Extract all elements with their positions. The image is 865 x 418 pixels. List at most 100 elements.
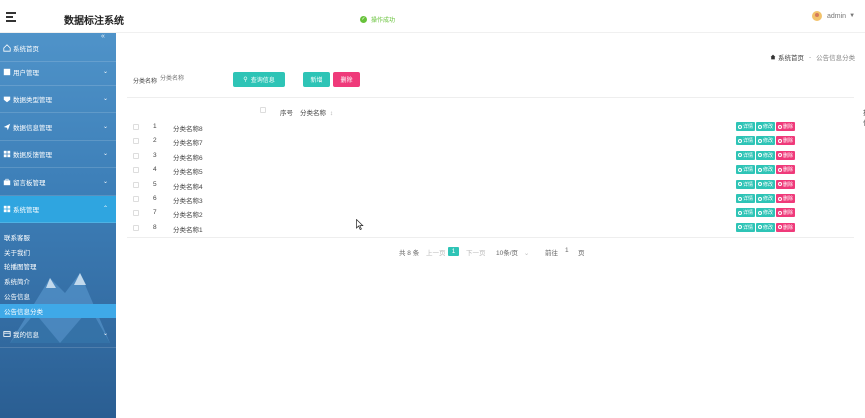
sidebar-item-message-board[interactable]: 留言板管理 ⌄: [0, 169, 116, 196]
goto-input[interactable]: 1: [565, 247, 569, 254]
check-icon: ✓: [360, 16, 367, 23]
query-button[interactable]: ⚲ 查询信息: [233, 72, 285, 87]
sidebar-item-users[interactable]: 用户管理 ⌄: [0, 59, 116, 86]
row-checkbox[interactable]: [133, 138, 139, 145]
row-actions: 详情 修改 删除: [736, 222, 796, 232]
close-icon: [778, 167, 783, 172]
row-no: 6: [153, 195, 157, 202]
page-size-select[interactable]: 10条/页 ⌄: [496, 247, 529, 257]
sidebar-item-data-type[interactable]: 数据类型管理 ⌄: [0, 86, 116, 113]
detail-button[interactable]: 详情: [736, 179, 756, 189]
add-button[interactable]: 新增: [303, 72, 330, 87]
edit-button-label: 修改: [763, 224, 774, 231]
row-checkbox[interactable]: [133, 181, 139, 188]
next-page-button[interactable]: 下一页: [466, 247, 486, 257]
remove-button-label: 删除: [783, 196, 794, 202]
menu-toggle-icon[interactable]: [6, 12, 16, 22]
row-checkbox[interactable]: [133, 224, 139, 231]
detail-button[interactable]: 详情: [736, 194, 756, 203]
app-title: 数据标注系统: [64, 16, 124, 27]
remove-button[interactable]: 删除: [776, 222, 796, 232]
detail-button[interactable]: 详情: [736, 208, 756, 218]
row-actions: 详情 修改 删除: [736, 208, 796, 218]
send-icon: [3, 123, 11, 131]
row-actions: 详情 修改 删除: [736, 194, 796, 203]
row-checkbox[interactable]: [133, 210, 139, 217]
search-icon: [738, 167, 742, 172]
row-checkbox[interactable]: [133, 124, 139, 130]
row-checkbox[interactable]: [133, 152, 139, 159]
table-header: 序号 分类名称 ↕ 操作: [127, 104, 865, 127]
detail-button[interactable]: 详情: [736, 122, 756, 131]
pencil-icon: [758, 153, 763, 158]
row-name: 分类名称3: [173, 198, 203, 205]
edit-button[interactable]: 修改: [756, 194, 776, 203]
edit-button[interactable]: 修改: [756, 136, 776, 146]
sidebar-item-my-info[interactable]: 我的信息 ⌄: [0, 321, 116, 348]
remove-button-label: 删除: [783, 124, 794, 130]
detail-button[interactable]: 详情: [736, 222, 756, 232]
toast-message: 操作成功: [371, 18, 396, 24]
row-actions: 详情 修改 删除: [736, 150, 796, 160]
chevron-down-icon: ⌄: [102, 331, 108, 337]
remove-button[interactable]: 删除: [776, 165, 796, 175]
remove-button[interactable]: 删除: [776, 194, 796, 203]
edit-button[interactable]: 修改: [756, 150, 776, 160]
remove-button-label: 删除: [783, 181, 794, 188]
select-all-checkbox[interactable]: [260, 107, 266, 113]
delete-button[interactable]: 删除: [333, 72, 360, 87]
remove-button[interactable]: 删除: [776, 136, 796, 146]
briefcase-icon: [3, 178, 11, 186]
sort-icon[interactable]: ↕: [330, 110, 333, 117]
sidebar-item-home[interactable]: 系统首页: [0, 35, 116, 62]
submenu-label: 联系客服: [4, 235, 30, 242]
edit-button[interactable]: 修改: [756, 222, 776, 232]
edit-button[interactable]: 修改: [756, 165, 776, 175]
row-actions: 详情 修改 删除: [736, 165, 796, 175]
page-number[interactable]: 1: [448, 247, 459, 256]
edit-button[interactable]: 修改: [756, 208, 776, 218]
submenu-contact[interactable]: 联系客服: [0, 230, 116, 244]
page-size-value: 10条/页: [496, 250, 519, 257]
sidebar-item-data-info[interactable]: 数据信息管理 ⌄: [0, 114, 116, 141]
submenu-notice-category[interactable]: 公告信息分类: [0, 304, 116, 318]
chevron-down-icon: ⌄: [102, 69, 108, 75]
search-icon: [738, 182, 742, 187]
remove-button-label: 删除: [783, 152, 794, 159]
prev-page-button[interactable]: 上一页: [426, 247, 446, 257]
submenu-about[interactable]: 关于我们: [0, 245, 116, 259]
edit-button[interactable]: 修改: [756, 179, 776, 189]
row-name: 分类名称2: [173, 212, 203, 220]
chevron-down-icon: ⌄: [523, 250, 530, 257]
remove-button-label: 删除: [783, 210, 794, 217]
pencil-icon: [758, 225, 763, 230]
detail-button[interactable]: 详情: [736, 150, 756, 160]
breadcrumb-home[interactable]: 系统首页: [778, 52, 804, 62]
submenu-notice[interactable]: 公告信息: [0, 289, 116, 303]
remove-button[interactable]: 删除: [776, 150, 796, 160]
sidebar-item-system[interactable]: 系统管理 ⌃: [0, 196, 116, 223]
header-name[interactable]: 分类名称 ↕: [300, 107, 333, 117]
table-bottom-border: [127, 237, 854, 238]
remove-button[interactable]: 删除: [776, 179, 796, 189]
edit-button[interactable]: 修改: [756, 122, 776, 131]
row-checkbox[interactable]: [133, 196, 139, 202]
submenu-label: 公告信息分类: [4, 309, 43, 316]
remove-button[interactable]: 删除: [776, 208, 796, 218]
detail-button[interactable]: 详情: [736, 136, 756, 146]
submenu-label: 系统简介: [4, 279, 30, 286]
detail-button[interactable]: 详情: [736, 165, 756, 175]
row-actions: 详情 修改 删除: [736, 179, 796, 189]
row-checkbox[interactable]: [133, 167, 139, 174]
grid-icon: [3, 205, 11, 213]
detail-button-label: 详情: [743, 124, 754, 130]
grid-icon: [3, 150, 11, 158]
user-menu[interactable]: admin ▼: [812, 11, 855, 21]
sidebar-item-feedback[interactable]: 数据反馈管理 ⌄: [0, 141, 116, 168]
search-input[interactable]: [160, 72, 226, 86]
submenu-intro[interactable]: 系统简介: [0, 274, 116, 288]
row-name: 分类名称6: [173, 154, 203, 162]
submenu-carousel[interactable]: 轮播图管理: [0, 259, 116, 273]
remove-button-label: 删除: [783, 167, 794, 174]
remove-button[interactable]: 删除: [776, 122, 796, 131]
